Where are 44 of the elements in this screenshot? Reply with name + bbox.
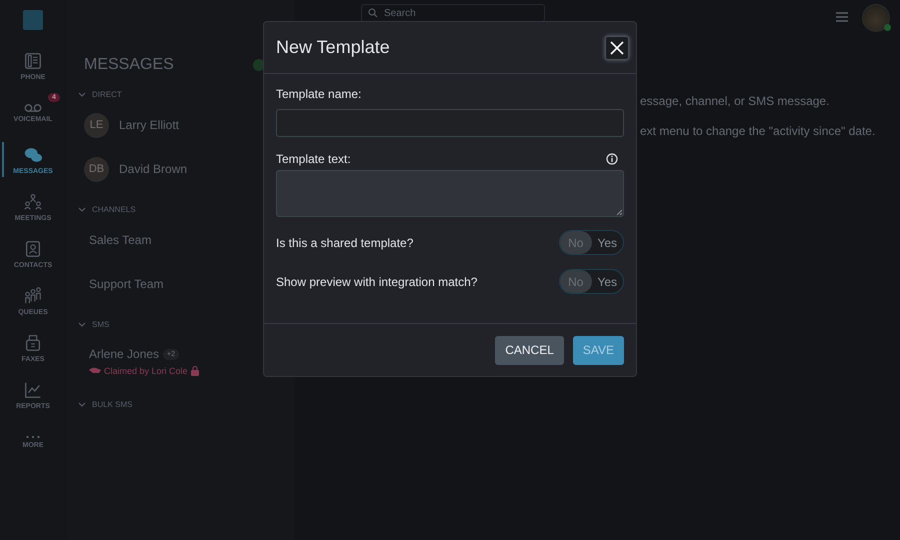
help-text: ext menu to change the "activity since" date. [640,124,876,138]
status-dot [884,24,891,31]
input-field[interactable] [276,109,624,137]
nav-icon [23,50,43,70]
panel-title: MESSAGES [84,56,174,74]
chevron-icon[interactable] [78,322,86,328]
chevron-icon[interactable] [78,402,86,408]
help-text: essage, channel, or SMS message. [640,94,830,108]
close-icon [610,40,624,54]
contact-name[interactable]: David Brown [119,162,188,176]
avatar: LE [84,112,109,138]
section-header[interactable]: DIRECT [92,90,122,99]
section-header[interactable]: SMS [92,320,110,329]
lock-icon [190,366,199,376]
user-avatar[interactable] [862,4,890,32]
nav-icon [23,286,43,306]
toggle-label: Show preview with integration match? [276,274,478,288]
field-label: Template name: [276,87,362,101]
nav-icon [23,192,43,212]
info-icon[interactable] [606,153,618,165]
claim-status: Claimed by Lori Cole [104,366,188,376]
channel-name[interactable]: Sales Team [89,233,152,247]
cancel-button[interactable]: CANCEL [495,336,564,364]
toggle-option[interactable]: Yes [592,231,623,254]
resize-grip-icon[interactable] [616,209,622,215]
contact-name[interactable]: Arlene Jones [89,347,160,361]
nav-icon [23,332,43,352]
section-header[interactable]: CHANNELS [92,205,136,214]
avatar: DB [84,156,109,182]
toggle-label: Is this a shared template? [276,236,414,250]
search-icon [368,8,378,18]
toggle-option[interactable]: Yes [592,270,623,293]
nav-icon [23,380,43,400]
nav-icon [23,238,43,258]
chevron-icon[interactable] [78,92,86,98]
section-header[interactable]: BULK SMS [92,400,132,409]
contact-name[interactable]: Larry Elliott [119,118,180,132]
dialog-title: New Template [276,37,390,58]
channel-name[interactable]: Support Team [89,277,164,291]
field-label: Template text: [276,152,351,166]
nav-icon [23,102,43,112]
chevron-icon[interactable] [78,206,86,212]
menu-icon[interactable] [836,12,848,22]
close-button[interactable] [605,36,629,60]
